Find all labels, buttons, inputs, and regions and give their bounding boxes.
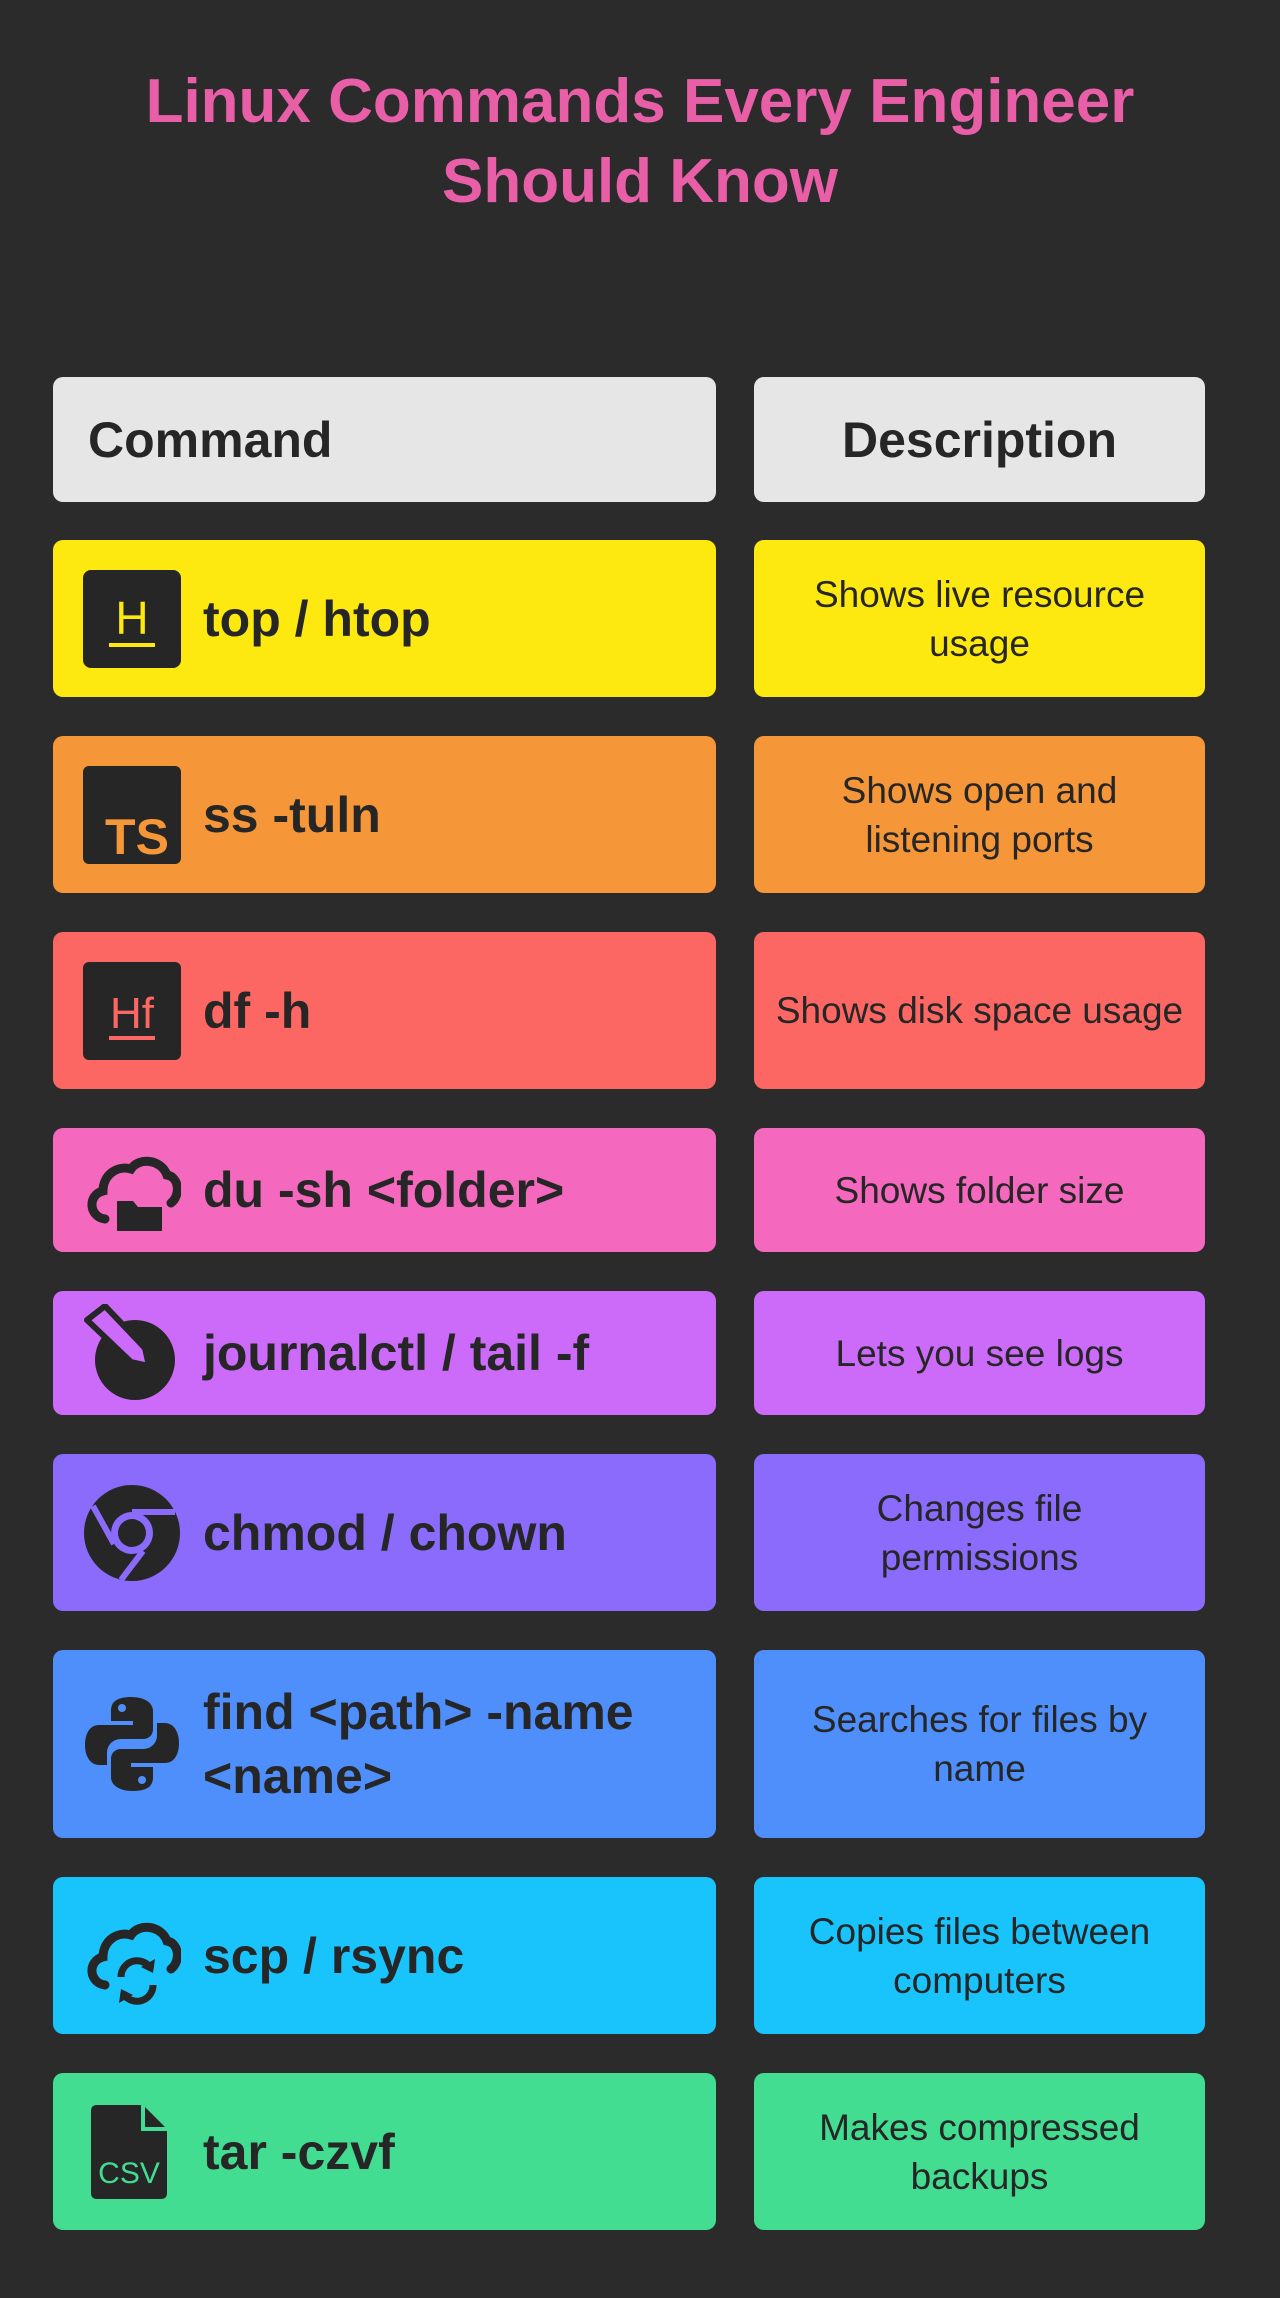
typescript-icon: TS (83, 765, 181, 864)
svg-text:H: H (115, 592, 148, 644)
command-text: find <path> -name <name> (203, 1684, 634, 1804)
command-text: chmod / chown (203, 1504, 567, 1561)
command-text: df -h (203, 982, 312, 1039)
command-text: journalctl / tail -f (203, 1325, 590, 1381)
header-description: Description (754, 377, 1205, 502)
header-command: Command (53, 377, 716, 502)
description-cell: Shows disk space usage (754, 932, 1205, 1089)
command-cell: find <path> -name <name> (53, 1650, 716, 1838)
command-cell: Hf df -h (53, 932, 716, 1089)
svg-text:CSV: CSV (98, 2157, 160, 2190)
command-cell: journalctl / tail -f (53, 1291, 716, 1415)
description-cell: Shows open and listening ports (754, 736, 1205, 893)
description-cell: Searches for files by name (754, 1650, 1205, 1838)
command-text: scp / rsync (203, 1927, 465, 1984)
command-text: ss -tuln (203, 786, 381, 843)
command-text: du -sh <folder> (203, 1162, 565, 1218)
svg-text:Hf: Hf (110, 989, 155, 1038)
hf-icon: Hf (83, 961, 181, 1060)
cloud-sync-icon (83, 1907, 181, 2005)
cloud-folder-icon (83, 1141, 181, 1239)
command-cell: du -sh <folder> (53, 1128, 716, 1252)
python-icon (83, 1695, 181, 1793)
description-cell: Shows folder size (754, 1128, 1205, 1252)
description-cell: Lets you see logs (754, 1291, 1205, 1415)
description-cell: Shows live resource usage (754, 540, 1205, 697)
csv-file-icon: CSV (83, 2103, 181, 2201)
command-text: tar -czvf (203, 2123, 395, 2180)
command-cell: TS ss -tuln (53, 736, 716, 893)
page-title: Linux Commands Every Engineer Should Kno… (145, 67, 1135, 216)
htop-icon: H (83, 569, 181, 668)
command-cell: chmod / chown (53, 1454, 716, 1611)
description-cell: Changes file permissions (754, 1454, 1205, 1611)
svg-text:TS: TS (105, 809, 169, 864)
command-text: top / htop (203, 590, 431, 647)
command-cell: CSV tar -czvf (53, 2073, 716, 2230)
command-cell: H top / htop (53, 540, 716, 697)
command-cell: scp / rsync (53, 1877, 716, 2034)
log-pencil-icon (83, 1304, 181, 1402)
description-cell: Copies files between computers (754, 1877, 1205, 2034)
description-cell: Makes compressed backups (754, 2073, 1205, 2230)
chrome-icon (83, 1484, 181, 1582)
